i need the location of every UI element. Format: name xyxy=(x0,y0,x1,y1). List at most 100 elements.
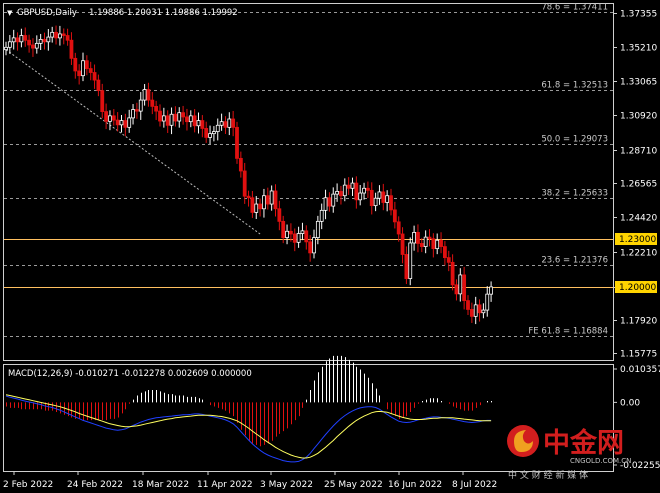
candle-body xyxy=(342,184,347,197)
price-tick-label: 1.35210 xyxy=(620,44,657,54)
header-dropdown-icon[interactable]: ▼ xyxy=(7,9,13,17)
fib-label: 61.8 = 1.32513 xyxy=(541,81,608,91)
candle-body xyxy=(146,89,151,101)
candle-body xyxy=(150,99,155,107)
fib-label: FE 61.8 = 1.16884 xyxy=(528,327,608,337)
macd-tick-label: 0.00 xyxy=(620,398,640,408)
candle-body xyxy=(134,109,139,112)
fib-label: 23.6 = 1.21376 xyxy=(541,256,608,266)
candle-body xyxy=(400,233,405,255)
candle-body xyxy=(462,274,467,302)
candle-body xyxy=(408,242,413,279)
candle-body xyxy=(100,90,105,112)
candle-body xyxy=(381,191,386,203)
candle-body xyxy=(442,246,447,259)
candle-body xyxy=(242,170,247,197)
date-tick-label: 16 Jun 2022 xyxy=(388,480,442,490)
candle-body xyxy=(392,209,397,223)
candle-body xyxy=(335,191,340,195)
candle-body xyxy=(108,115,112,122)
candle-body xyxy=(204,128,209,138)
candle-body xyxy=(34,42,39,49)
candle-body xyxy=(285,230,289,239)
candle-body xyxy=(127,117,132,128)
candle-body xyxy=(454,284,459,295)
candle-body xyxy=(346,184,351,189)
date-tick-label: 8 Jul 2022 xyxy=(452,480,497,490)
candle-body xyxy=(362,187,366,194)
candle-body xyxy=(81,60,85,77)
candle-body xyxy=(477,304,482,314)
candle-body xyxy=(331,193,336,207)
candle-body xyxy=(265,195,270,205)
date-tick-label: 3 May 2022 xyxy=(260,480,313,490)
candle-body xyxy=(231,118,236,128)
candle-body xyxy=(323,197,328,211)
candle-body xyxy=(235,126,239,159)
candle-body xyxy=(58,33,62,39)
candle-body xyxy=(61,33,66,36)
candle-body xyxy=(31,44,35,49)
candle-body xyxy=(254,203,259,213)
candle-body xyxy=(169,113,174,126)
candle-body xyxy=(142,89,147,101)
candle-body xyxy=(369,189,374,207)
candle-body xyxy=(292,233,297,243)
watermark-slogan: 中 文 财 经 新 媒 体 xyxy=(508,469,588,481)
candle-body xyxy=(365,187,370,191)
candle-body xyxy=(19,35,24,43)
candle-body xyxy=(42,39,47,43)
candle-body xyxy=(354,182,359,201)
candle-body xyxy=(177,112,182,122)
candle-body xyxy=(315,220,320,239)
candle-body xyxy=(50,31,55,38)
watermark-domain: CNGOLD.COM.CN xyxy=(570,457,631,465)
candle-body xyxy=(227,118,232,128)
candle-body xyxy=(450,261,455,286)
fib-label: 78.6 = 1.37411 xyxy=(541,3,608,13)
candle-body xyxy=(192,115,197,127)
candle-body xyxy=(123,120,128,128)
price-tick-label: 1.28710 xyxy=(620,147,657,157)
candle-body xyxy=(473,304,478,317)
candle-body xyxy=(431,238,436,250)
candle-body xyxy=(15,37,20,43)
candle-body xyxy=(385,195,390,203)
candle-body xyxy=(200,120,205,129)
candle-body xyxy=(208,133,212,138)
price-tick-label: 1.33065 xyxy=(620,78,657,88)
candle-body xyxy=(38,39,43,44)
candle-body xyxy=(339,191,343,197)
fib-label: 50.0 = 1.29073 xyxy=(541,135,608,145)
candle-body xyxy=(350,182,355,189)
candle-body xyxy=(27,39,32,46)
candle-body xyxy=(489,286,494,295)
candle-body xyxy=(300,230,305,234)
candle-body xyxy=(215,124,220,132)
candle-body xyxy=(219,121,224,126)
candle-body xyxy=(277,208,282,222)
candle-body xyxy=(69,39,74,59)
candle-body xyxy=(223,121,228,128)
candle-body xyxy=(446,257,451,263)
price-tick-label: 1.37355 xyxy=(620,10,657,20)
candle-body xyxy=(73,57,78,72)
candle-body xyxy=(165,115,170,126)
candle-body xyxy=(262,195,266,210)
candle-body xyxy=(319,209,324,222)
candle-body xyxy=(439,239,443,247)
candle-body xyxy=(327,197,332,207)
candle-body xyxy=(104,111,108,122)
candle-body xyxy=(469,309,474,317)
candle-body xyxy=(396,221,401,235)
candle-body xyxy=(54,31,58,39)
candle-body xyxy=(288,230,293,235)
watermark-chinese: 中金网 xyxy=(543,427,624,459)
chart-canvas: 78.6 = 1.37411 61.8 = 1.32513 50.0 = 1.290… xyxy=(0,0,660,493)
price-tick-label: 1.30920 xyxy=(620,112,657,122)
candle-body xyxy=(250,197,255,213)
candle-body xyxy=(389,195,393,211)
candle-body xyxy=(77,70,82,77)
date-tick-label: 2 Feb 2022 xyxy=(3,480,53,490)
candle-body xyxy=(188,115,193,123)
